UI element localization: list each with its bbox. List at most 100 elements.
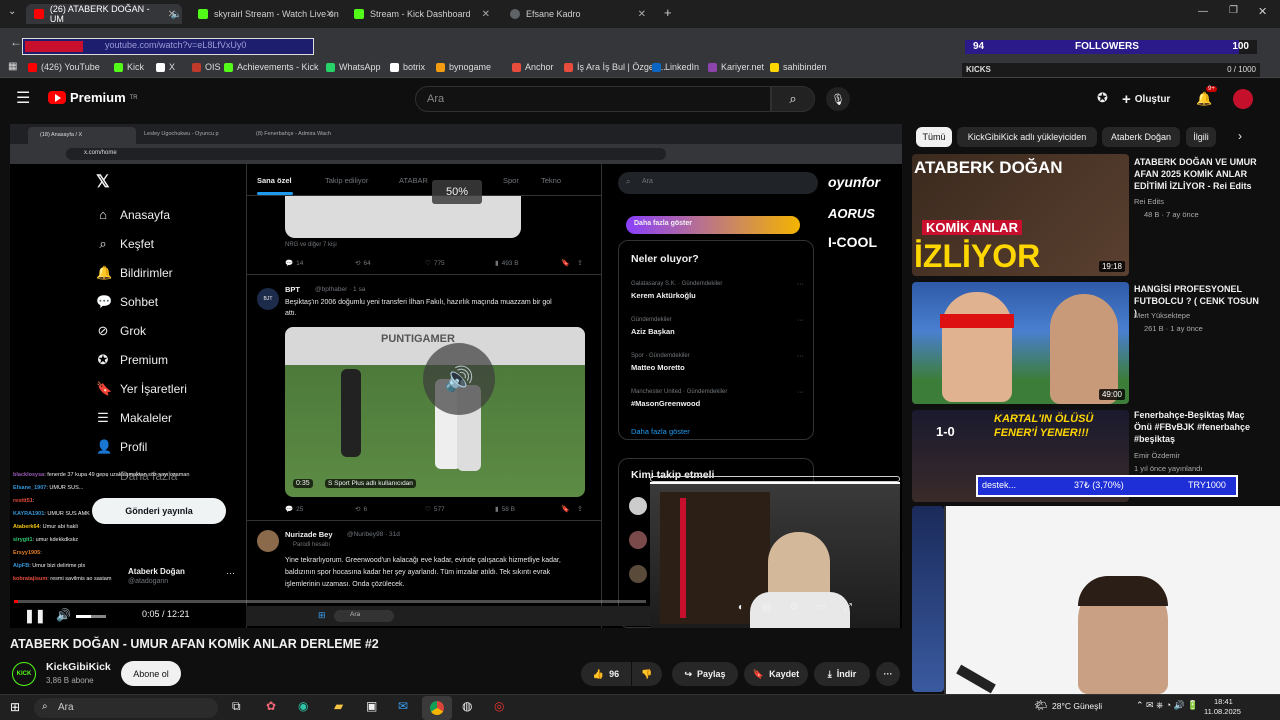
pause-icon[interactable]: ❚❚ [24,608,46,624]
notifications-button[interactable]: 🔔 9+ [1196,86,1217,108]
close-tab-icon[interactable]: ✕ [482,9,490,20]
x-nav-item[interactable]: 🔔 Bildirimler [96,265,173,281]
store-icon[interactable]: ▣ [366,699,377,713]
bookmark-icon[interactable]: 🔖 [561,505,570,513]
settings-gear-icon[interactable]: ⚙ [790,602,799,618]
volume-icon[interactable]: 🔊 [56,608,71,622]
bookmark-item[interactable]: LinkedIn [652,62,699,72]
bookmark-item[interactable]: sahibinden [770,62,827,72]
x-search[interactable]: ⌕ Ara [618,172,818,194]
promo-button[interactable]: Daha fazla göster [626,216,800,234]
theater-icon[interactable]: ▭ [816,602,825,618]
bookmark-item[interactable]: Anchor [512,62,554,72]
x-nav-item[interactable]: 👤 Profil [96,439,147,455]
chip-1[interactable]: KickGibiKick adlı yükleyiciden [957,127,1097,147]
bookmark-item[interactable]: OIS [192,62,221,72]
app-icon[interactable]: ◎ [494,699,504,713]
voice-search-button[interactable]: 🎙 [826,87,850,111]
more-dots-icon[interactable]: ··· [797,281,804,288]
search-button[interactable]: ⌕ [771,86,815,112]
post-stat[interactable]: ▮ 493 B [495,259,519,267]
x-nav-item[interactable]: ⌕ Keşfet [96,236,154,252]
avatar[interactable] [1233,89,1253,109]
post-stat[interactable]: 💬 25 [285,505,303,513]
channel-name[interactable]: KickGibiKick [46,661,111,673]
tray-icons[interactable]: ⌃ ✉ ⎈ ◔ 🔊 🔋 [1136,700,1199,711]
new-tab-icon[interactable]: + [664,5,672,20]
copilot-icon[interactable]: ✿ [266,699,276,713]
post-stat[interactable]: ⟲ 6 [355,505,367,513]
apps-grid-icon[interactable]: ▦ [8,61,17,72]
tab-search-icon[interactable]: ⌄ [8,6,16,17]
feed-tab[interactable]: Sana özel [257,176,292,185]
chip-2[interactable]: Ataberk Doğan [1102,127,1180,147]
post-stat[interactable]: ♡ 577 [425,505,445,513]
share-button[interactable]: ↪ Paylaş [672,662,738,686]
trend-title[interactable]: Matteo Moretto [631,363,685,372]
obs-icon[interactable]: ◍ [462,699,472,713]
like-button[interactable]: 👍 96 [581,662,631,686]
share-icon[interactable]: ⇪ [577,505,583,513]
bookmark-item[interactable]: Kick [114,62,144,72]
back-icon[interactable]: ← [10,35,22,49]
tab-kick-stream[interactable]: skyrairl Stream - Watch Live on ✕ [190,4,340,24]
rec-thumbnail[interactable]: ATABERK DOĞAN KOMİK ANLAR İZLİYOR 19:18 [912,154,1129,276]
chip-3[interactable]: İlgili [1186,127,1216,147]
file-explorer-icon[interactable]: ▰ [334,699,343,713]
bookmark-item[interactable]: bynogame [436,62,491,72]
post-stat[interactable]: ⟲ 64 [355,259,371,267]
post-stat[interactable]: ♡ 775 [425,259,445,267]
edge-icon[interactable]: ◉ [298,699,308,713]
x-nav-item[interactable]: ☰ Makaleler [96,410,172,426]
subtitles-icon[interactable]: ▤ [762,602,771,618]
channel-avatar[interactable]: KICK [12,662,36,686]
trend-title[interactable]: Kerem Aktürkoğlu [631,291,696,300]
maximize-icon[interactable]: ❐ [1229,5,1238,16]
create-button[interactable]: + Oluştur [1122,87,1170,111]
rec-channel[interactable]: Rei Edits [1134,196,1164,207]
trend-title[interactable]: #MasonGreenwood [631,399,700,408]
bookmark-item[interactable]: (426) YouTube [28,62,100,72]
feed-tab[interactable]: ATABAR [399,176,428,185]
chrome-icon[interactable] [422,696,452,720]
post2-video[interactable]: PUNTIGAMER 🔊 0:35 S Sport Plus adlı kull… [285,327,585,497]
feed-tab[interactable]: Takip ediliyor [325,176,368,185]
search-box[interactable]: Ara [415,86,771,112]
unmute-overlay-icon[interactable]: 🔊 [423,343,495,415]
close-tab-icon[interactable]: ✕ [638,9,646,20]
rec-title[interactable]: ATABERK DOĞAN VE UMUR AFAN 2025 KOMİK AN… [1134,156,1264,192]
autoplay-toggle-icon[interactable]: ◐ [738,602,744,618]
minimize-icon[interactable]: — [1198,6,1208,17]
mail-icon[interactable]: ✉ [398,699,408,713]
download-button[interactable]: ⤓ İndir [814,662,870,686]
hamburger-menu-icon[interactable]: ☰ [16,88,30,108]
trends-more-link[interactable]: Daha fazla göster [631,427,690,436]
tab-kick-dashboard[interactable]: Stream - Kick Dashboard ✕ [346,4,496,24]
bookmark-icon[interactable]: 🔖 [561,259,570,267]
post-stat[interactable]: 💬 14 [285,259,303,267]
windows-start-icon[interactable]: ⊞ [10,700,20,714]
x-profile-row[interactable]: Ataberk Doğan @atadogann ··· [90,565,240,587]
volume-slider[interactable] [76,615,106,618]
share-icon[interactable]: ⇪ [577,259,583,267]
chip-0[interactable]: Tümü [916,127,952,147]
tab-youtube[interactable]: (26) ATABERK DOĞAN - UM 🔈 ✕ [26,4,182,24]
chips-next-icon[interactable]: › [1238,129,1242,143]
omnibox[interactable]: youtube.com/watch?v=eL8LfVxUy0 [22,38,314,55]
more-dots-icon[interactable]: ··· [226,568,235,578]
x-nav-item[interactable]: ✪ Premium [96,352,168,368]
rec-thumbnail[interactable] [912,506,944,692]
bookmark-item[interactable]: WhatsApp [326,62,381,72]
trend-title[interactable]: Aziz Başkan [631,327,675,336]
bookmark-item[interactable]: İş Ara İş Bul | Özgeç... [564,62,666,72]
rec-thumbnail[interactable]: 49:00 [912,282,1129,404]
rec-channel[interactable]: Emir Özdemir [1134,450,1180,461]
close-tab-icon[interactable]: ✕ [168,9,176,20]
fullscreen-icon[interactable]: ⤢ [844,602,852,618]
dislike-button[interactable]: 👎 [632,662,662,686]
video-player[interactable]: (18) Anasayfa / X Lesley Ugochukwu - Oyu… [10,124,902,628]
feed-tab[interactable]: Tekno [541,176,561,185]
more-dots-icon[interactable]: ··· [797,317,804,324]
progress-track[interactable] [14,600,646,603]
x-nav-item[interactable]: ⊘ Grok [96,323,146,339]
